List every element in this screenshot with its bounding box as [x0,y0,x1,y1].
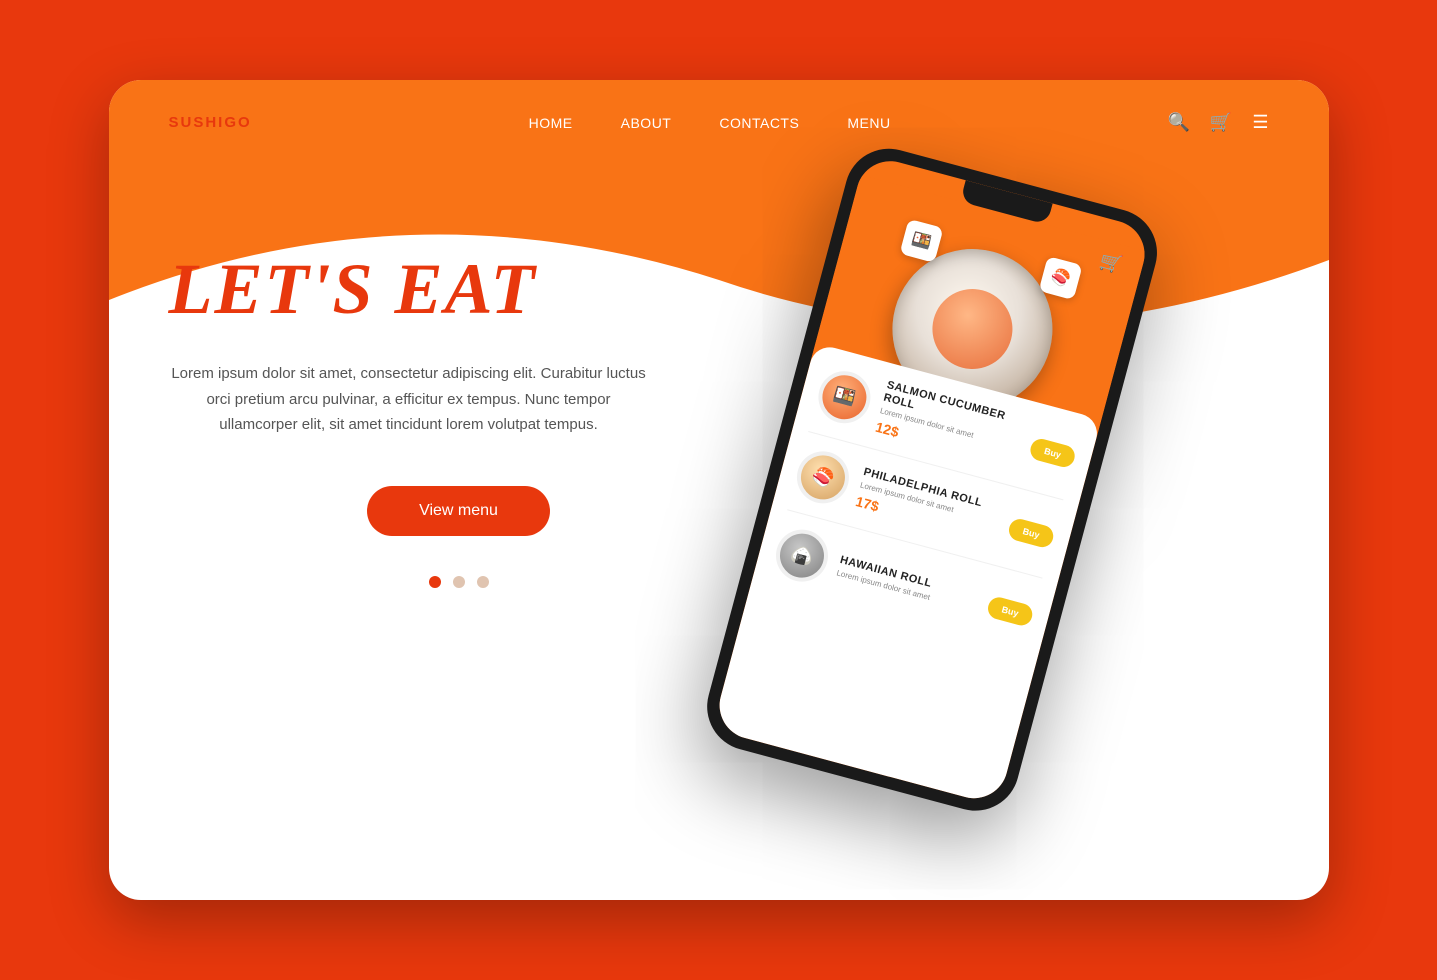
salmon-roll-icon: 🍱 [817,370,871,424]
dot-3[interactable] [477,576,489,588]
dot-1[interactable] [429,576,441,588]
nav-menu[interactable]: MENU [847,115,890,131]
search-icon[interactable]: 🔍 [1168,112,1190,133]
right-section: 🛒 🍱 🍣 [749,173,1269,813]
salmon-center [923,280,1021,378]
hawaiian-roll-icon: 🍙 [774,529,828,583]
philly-buy-button[interactable]: Buy [1006,517,1055,550]
salmon-roll-image: 🍱 [812,365,876,429]
carousel-dots [169,576,749,588]
header: SUSHIGO HOME ABOUT CONTACTS MENU 🔍 🛒 ☰ [109,80,1329,133]
hawaiian-buy-button[interactable]: Buy [985,595,1034,628]
cart-icon[interactable]: 🛒 [1210,112,1232,133]
nav-contacts[interactable]: CONTACTS [719,115,799,131]
nav: HOME ABOUT CONTACTS MENU [529,115,891,131]
main-content: LET'S EAT Lorem ipsum dolor sit amet, co… [109,133,1329,813]
nav-home[interactable]: HOME [529,115,573,131]
nav-about[interactable]: ABOUT [621,115,672,131]
hawaiian-roll-image: 🍙 [770,524,834,588]
page-card: SUSHIGO HOME ABOUT CONTACTS MENU 🔍 🛒 ☰ L… [109,80,1329,900]
phone-outer: 🛒 🍱 🍣 [697,139,1167,821]
phone-cart-icon[interactable]: 🛒 [1097,250,1124,276]
hero-title: LET'S EAT [169,253,749,325]
phone-menu-area: 🍱 SALMON CUCUMBER ROLL Lorem ipsum dolor… [711,343,1100,806]
header-icons: 🔍 🛒 ☰ [1168,112,1269,133]
phone-wrapper: 🛒 🍱 🍣 [697,139,1329,867]
phone-inner: 🛒 🍱 🍣 [711,154,1151,806]
view-menu-button[interactable]: View menu [367,486,550,536]
logo: SUSHIGO [169,114,252,131]
hawaiian-roll-info: HAWAIIAN ROLL Lorem ipsum dolor sit amet [835,554,991,617]
salmon-buy-button[interactable]: Buy [1028,436,1077,469]
left-section: LET'S EAT Lorem ipsum dolor sit amet, co… [169,193,749,588]
hero-description: Lorem ipsum dolor sit amet, consectetur … [169,361,649,438]
philly-roll-icon: 🍣 [795,451,849,505]
menu-icon[interactable]: ☰ [1252,112,1268,133]
dot-2[interactable] [453,576,465,588]
philly-roll-image: 🍣 [791,446,855,510]
